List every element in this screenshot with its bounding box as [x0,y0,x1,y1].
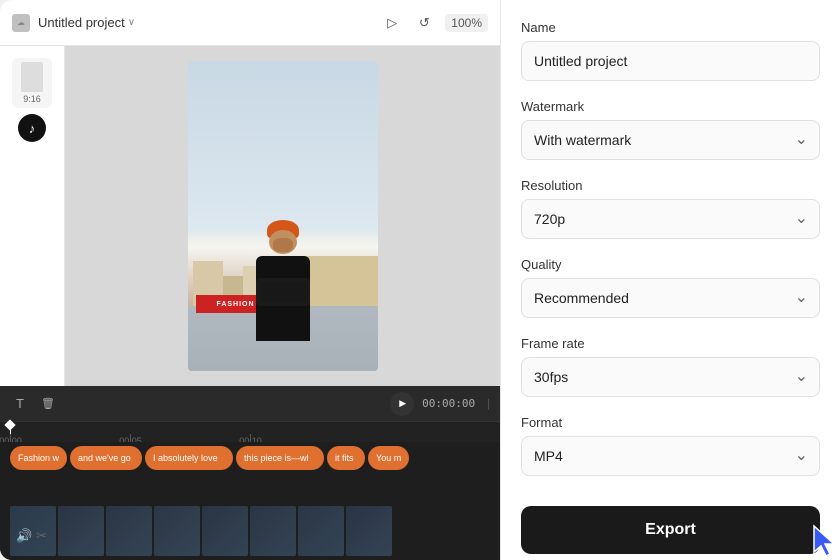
name-input[interactable] [521,41,820,81]
watermark-label: Watermark [521,99,820,114]
caption-chip[interactable]: I absolutely love [145,446,233,470]
video-strip [10,506,500,556]
watermark-select[interactable]: With watermark Without watermark [521,120,820,160]
timeline-ruler: 00:00 00:05 00:10 [0,422,500,442]
quality-label: Quality [521,257,820,272]
format-field-group: Format MP4 MOV AVI [521,415,820,476]
video-preview: FASHION [188,61,378,371]
aspect-panel: 9:16 ♪ [0,46,65,386]
resolution-select-wrapper: 720p 1080p 4K [521,199,820,239]
top-bar-tools: ▷ ↺ 100% [381,12,488,34]
scissors-icon[interactable]: ✂ [36,528,47,544]
strip-frame [202,506,248,556]
format-label: Format [521,415,820,430]
timeline-tracks: Fashion w and we've go I absolutely love… [0,442,500,560]
format-select-wrapper: MP4 MOV AVI [521,436,820,476]
editor-area: ☁ Untitled project ∨ ▷ ↺ 100% 9:16 ♪ [0,0,500,560]
cursor-arrow-icon [812,524,840,558]
strip-frame [298,506,344,556]
name-field-group: Name [521,20,820,81]
caption-chip[interactable]: and we've go [70,446,142,470]
framerate-field-group: Frame rate 30fps 24fps 60fps [521,336,820,397]
framerate-select[interactable]: 30fps 24fps 60fps [521,357,820,397]
watermark-field-group: Watermark With watermark Without waterma… [521,99,820,160]
strip-frame [154,506,200,556]
top-bar: ☁ Untitled project ∨ ▷ ↺ 100% [0,0,500,46]
time-display: 00:00:00 [422,397,475,410]
time-separator: | [487,398,490,410]
timeline-area: T 🗑 ▶ 00:00:00 | 00:00 00:05 [0,386,500,560]
person-figure [256,220,310,341]
watermark-select-wrapper: With watermark Without watermark [521,120,820,160]
export-panel: Name Watermark With watermark Without wa… [500,0,840,560]
name-label: Name [521,20,820,35]
aspect-9-16[interactable]: 9:16 [12,58,52,108]
export-btn-row: Export [521,494,820,560]
framerate-label: Frame rate [521,336,820,351]
framerate-select-wrapper: 30fps 24fps 60fps [521,357,820,397]
timeline-toolbar: T 🗑 ▶ 00:00:00 | [0,386,500,422]
undo-icon[interactable]: ↺ [413,12,435,34]
strip-frame [346,506,392,556]
format-select[interactable]: MP4 MOV AVI [521,436,820,476]
canvas-area: FASHION [65,46,500,386]
quality-select[interactable]: Recommended High Low [521,278,820,318]
delete-tool-icon[interactable]: 🗑 [38,394,58,414]
resolution-select[interactable]: 720p 1080p 4K [521,199,820,239]
aspect-label: 9:16 [23,94,41,104]
tiktok-icon[interactable]: ♪ [18,114,46,142]
strip-frame [58,506,104,556]
caption-track: Fashion w and we've go I absolutely love… [10,446,500,472]
aspect-thumb [21,62,43,92]
strip-frame [250,506,296,556]
project-title[interactable]: Untitled project ∨ [38,15,135,30]
app-logo: ☁ [12,14,30,32]
caption-chip[interactable]: You m [368,446,409,470]
resolution-field-group: Resolution 720p 1080p 4K [521,178,820,239]
strip-frame [106,506,152,556]
zoom-level[interactable]: 100% [445,14,488,32]
title-chevron-icon: ∨ [128,17,135,28]
export-button[interactable]: Export [521,506,820,554]
text-tool-icon[interactable]: T [10,394,30,414]
select-tool-icon[interactable]: ▷ [381,12,403,34]
caption-chip[interactable]: this piece is—wl [236,446,324,470]
caption-chip[interactable]: Fashion w [10,446,67,470]
caption-chip[interactable]: it fits [327,446,365,470]
volume-icon[interactable]: 🔊 [16,528,32,544]
resolution-label: Resolution [521,178,820,193]
quality-field-group: Quality Recommended High Low [521,257,820,318]
play-button[interactable]: ▶ [390,392,414,416]
quality-select-wrapper: Recommended High Low [521,278,820,318]
